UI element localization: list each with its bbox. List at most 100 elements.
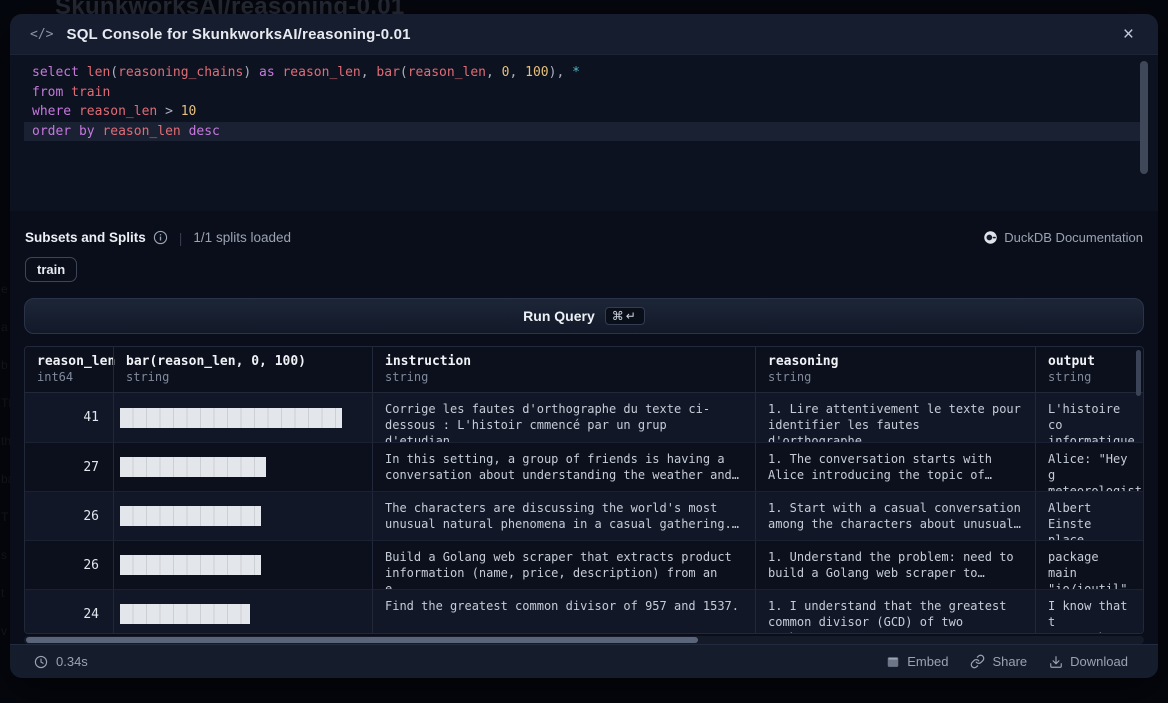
modal-title: SQL Console for SkunkworksAI/reasoning-0… xyxy=(66,26,1118,43)
cell-reason-len: 27 xyxy=(25,443,113,491)
sql-token: 0 xyxy=(502,65,510,80)
cell-output: I know that t two numbers i xyxy=(1035,590,1143,634)
editor-scrollbar-thumb[interactable] xyxy=(1140,61,1148,174)
split-chip-train[interactable]: train xyxy=(25,257,77,282)
share-button[interactable]: Share xyxy=(970,654,1027,669)
cell-output: Alice: "Hey g meteorologist xyxy=(1035,443,1143,491)
duckdb-logo-icon xyxy=(983,230,998,245)
cell-reasoning: 1. Lire attentivement le texte pour iden… xyxy=(755,393,1035,442)
cell-reason-len: 24 xyxy=(25,590,113,634)
duckdb-documentation-label: DuckDB Documentation xyxy=(1004,230,1143,245)
column-header-output: outputstring xyxy=(1035,347,1143,392)
sql-token: , xyxy=(361,65,377,80)
sql-token: where xyxy=(32,104,71,119)
table-vertical-scrollbar[interactable] xyxy=(1136,350,1141,630)
run-query-button[interactable]: Run Query ⌘↵ xyxy=(24,298,1144,334)
cell-instruction: In this setting, a group of friends is h… xyxy=(372,443,755,491)
sql-token: from xyxy=(32,85,63,100)
sql-token xyxy=(71,104,79,119)
splits-loaded-status: 1/1 splits loaded xyxy=(193,230,291,245)
query-duration-value: 0.34s xyxy=(56,654,88,669)
download-button[interactable]: Download xyxy=(1049,654,1128,669)
modal-titlebar: </> SQL Console for SkunkworksAI/reasoni… xyxy=(10,14,1158,55)
bar-visualization xyxy=(120,408,342,428)
bar-visualization xyxy=(120,457,266,477)
table-row[interactable]: 26 The characters are discussing the worl… xyxy=(25,491,1143,540)
results-area: reason_lenint64bar(reason_len, 0, 100)st… xyxy=(24,346,1144,644)
bar-visualization xyxy=(120,555,261,575)
query-duration: 0.34s xyxy=(34,654,88,669)
cell-reason-len: 26 xyxy=(25,541,113,589)
column-header-reason-len: reason_lenint64 xyxy=(25,347,113,392)
subsets-label: Subsets and Splits xyxy=(25,230,146,245)
sql-token: , xyxy=(510,65,526,80)
code-line[interactable]: order by reason_len desc xyxy=(24,122,1144,142)
close-icon[interactable]: × xyxy=(1119,23,1138,46)
code-icon: </> xyxy=(30,27,53,42)
code-line[interactable]: select len(reasoning_chains) as reason_l… xyxy=(24,63,1144,83)
cell-instruction: Build a Golang web scraper that extracts… xyxy=(372,541,755,589)
column-type: int64 xyxy=(37,370,101,384)
embed-button[interactable]: Embed xyxy=(886,654,948,669)
sql-token: reason_len xyxy=(408,65,486,80)
info-icon[interactable] xyxy=(153,230,168,245)
table-vertical-scrollbar-thumb[interactable] xyxy=(1136,350,1141,396)
sql-token: reason_len xyxy=(79,104,157,119)
table-horizontal-scrollbar[interactable] xyxy=(24,636,1144,644)
embed-label: Embed xyxy=(907,654,948,669)
column-header-reasoning: reasoningstring xyxy=(755,347,1035,392)
column-name: reason_len xyxy=(37,354,101,369)
duckdb-documentation-link[interactable]: DuckDB Documentation xyxy=(983,230,1143,245)
cell-reason-len: 41 xyxy=(25,393,113,442)
sql-token: 10 xyxy=(181,104,197,119)
table-row[interactable]: 26 Build a Golang web scraper that extrac… xyxy=(25,540,1143,589)
footer-actions: Embed Share xyxy=(886,654,1128,669)
cell-reason-len: 26 xyxy=(25,492,113,540)
column-name: bar(reason_len, 0, 100) xyxy=(126,354,360,369)
sql-token: desc xyxy=(189,124,220,139)
sql-token: by xyxy=(79,124,95,139)
sql-token: , xyxy=(486,65,502,80)
cell-reasoning: 1. I understand that the greatest common… xyxy=(755,590,1035,634)
clock-icon xyxy=(34,655,48,669)
sql-token: * xyxy=(572,65,580,80)
results-table: reason_lenint64bar(reason_len, 0, 100)st… xyxy=(24,346,1144,634)
cell-bar xyxy=(113,492,372,540)
sql-token: as xyxy=(259,65,275,80)
sql-token: select xyxy=(32,65,79,80)
sql-token: ( xyxy=(400,65,408,80)
sql-editor[interactable]: select len(reasoning_chains) as reason_l… xyxy=(10,55,1158,211)
editor-scrollbar[interactable] xyxy=(1140,61,1148,201)
bar-visualization xyxy=(120,506,261,526)
sql-token: reasoning_chains xyxy=(118,65,243,80)
sql-token: train xyxy=(71,85,110,100)
table-horizontal-scrollbar-thumb[interactable] xyxy=(26,637,698,643)
cell-bar xyxy=(113,541,372,589)
sql-token: bar xyxy=(376,65,399,80)
subsets-and-splits-row: Subsets and Splits | 1/1 splits loaded D… xyxy=(25,227,1143,248)
share-link-icon xyxy=(970,654,985,669)
cell-instruction: Find the greatest common divisor of 957 … xyxy=(372,590,755,634)
keyboard-shortcut-badge: ⌘↵ xyxy=(605,307,645,325)
cell-instruction: The characters are discussing the world'… xyxy=(372,492,755,540)
code-line[interactable]: from train xyxy=(24,83,1144,103)
column-name: instruction xyxy=(385,354,743,369)
table-row[interactable]: 27 In this setting, a group of friends is… xyxy=(25,442,1143,491)
sql-token xyxy=(181,124,189,139)
cell-bar xyxy=(113,443,372,491)
cell-reasoning: 1. Start with a casual conversation amon… xyxy=(755,492,1035,540)
column-type: string xyxy=(768,370,1023,384)
column-header-bar-reason-len-0-100-: bar(reason_len, 0, 100)string xyxy=(113,347,372,392)
cell-bar xyxy=(113,590,372,634)
embed-icon xyxy=(886,655,900,669)
modal-footer: 0.34s Embed Share xyxy=(10,644,1158,678)
code-line[interactable]: where reason_len > 10 xyxy=(24,102,1144,122)
column-name: output xyxy=(1048,354,1131,369)
sql-token xyxy=(79,65,87,80)
cell-reasoning: 1. The conversation starts with Alice in… xyxy=(755,443,1035,491)
sql-token: ) xyxy=(243,65,259,80)
table-header-row: reason_lenint64bar(reason_len, 0, 100)st… xyxy=(25,347,1143,393)
table-row[interactable]: 24 Find the greatest common divisor of 95… xyxy=(25,589,1143,634)
table-row[interactable]: 41Corrige les fautes d'orthographe du te… xyxy=(25,393,1143,442)
download-icon xyxy=(1049,655,1063,669)
